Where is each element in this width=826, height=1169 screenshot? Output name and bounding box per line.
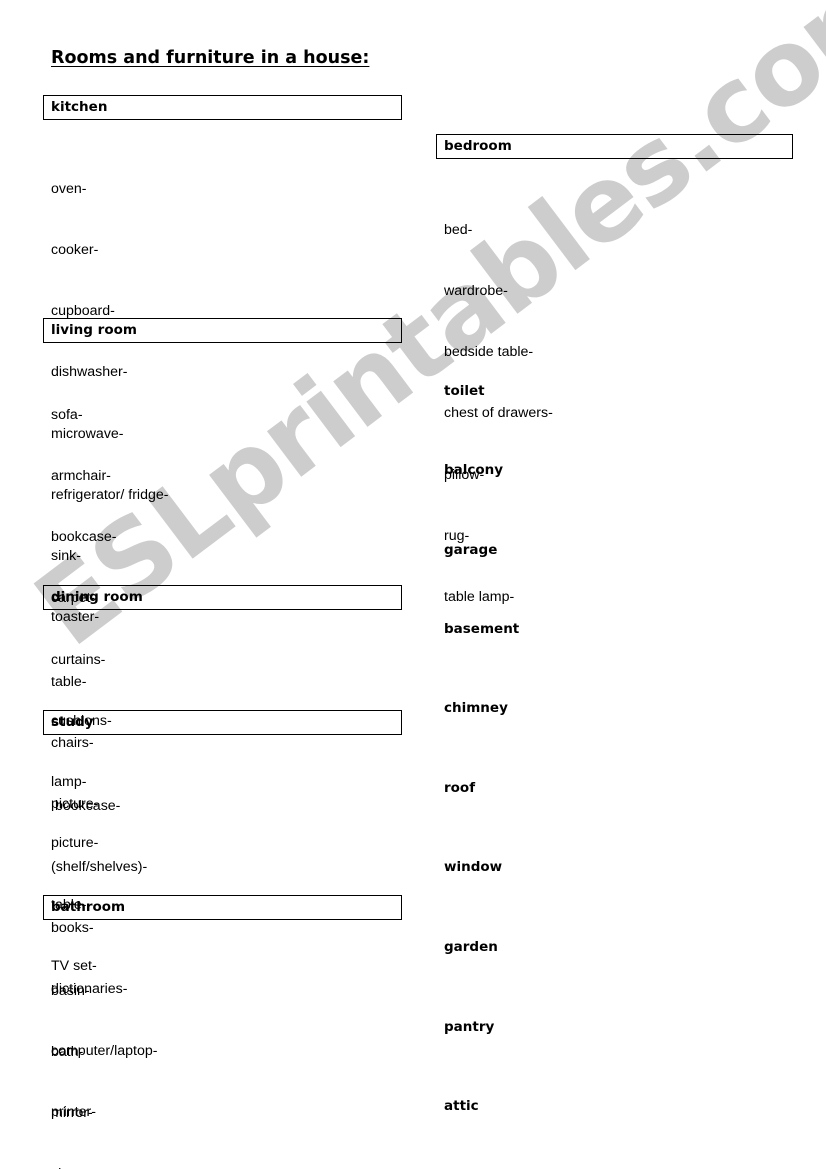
list-item: oven-	[51, 180, 87, 197]
list-item: chest of drawers-	[444, 405, 553, 422]
room-header-kitchen: kitchen	[43, 95, 402, 120]
list-item: bookcase-	[51, 529, 117, 546]
word-balcony: balcony	[444, 462, 504, 478]
word-chimney: chimney	[444, 700, 508, 716]
room-header-label: living room	[51, 321, 137, 338]
word-roof: roof	[444, 780, 476, 796]
item-list-bathroom: basin- bath- mirror- shower- tap- toilet…	[51, 940, 381, 1169]
word-basement: basement	[444, 621, 520, 637]
list-item: mirror-	[51, 1105, 93, 1122]
page-title: Rooms and furniture in a house:	[51, 48, 370, 68]
room-header-study: study	[43, 710, 402, 735]
worksheet-page: ESLprintables.com Rooms and furniture in…	[0, 0, 826, 1169]
word-toilet: toilet	[444, 383, 485, 399]
word-garden: garden	[444, 939, 498, 955]
list-item: cooker-	[51, 242, 99, 259]
word-attic: attic	[444, 1098, 479, 1114]
list-item: chairs-	[51, 735, 94, 752]
list-item: shower-	[51, 1164, 381, 1169]
room-header-label: kitchen	[51, 98, 108, 115]
list-item: basin-	[51, 982, 90, 999]
room-header-bathroom: bathroom	[43, 895, 402, 920]
list-item: table-	[51, 673, 87, 690]
list-item: sofa-	[51, 406, 83, 423]
room-header-label: bathroom	[51, 898, 126, 915]
list-item: books-	[51, 920, 94, 937]
list-item: table lamp-	[444, 589, 515, 606]
item-list-bedroom: bed- wardrobe- bedside table- chest of d…	[444, 179, 774, 648]
list-item: wardrobe-	[444, 283, 508, 300]
worksheet-content: Rooms and furniture in a house: kitchen …	[0, 0, 826, 1169]
list-item: bed-	[444, 221, 473, 238]
room-header-label: dining room	[51, 588, 143, 605]
list-item: armchair-	[51, 468, 111, 485]
room-header-dining-room: dining room	[43, 585, 402, 610]
room-header-bedroom: bedroom	[436, 134, 793, 159]
room-header-label: bedroom	[444, 137, 512, 154]
list-item: bedside table-	[444, 344, 534, 361]
word-pantry: pantry	[444, 1019, 495, 1035]
room-header-label: study	[51, 713, 94, 730]
list-item: bookcase-	[51, 797, 121, 814]
list-item: (shelf/shelves)-	[51, 859, 148, 876]
list-item: bath-	[51, 1044, 84, 1061]
word-window: window	[444, 859, 503, 875]
room-header-living-room: living room	[43, 318, 402, 343]
word-garage: garage	[444, 542, 498, 558]
